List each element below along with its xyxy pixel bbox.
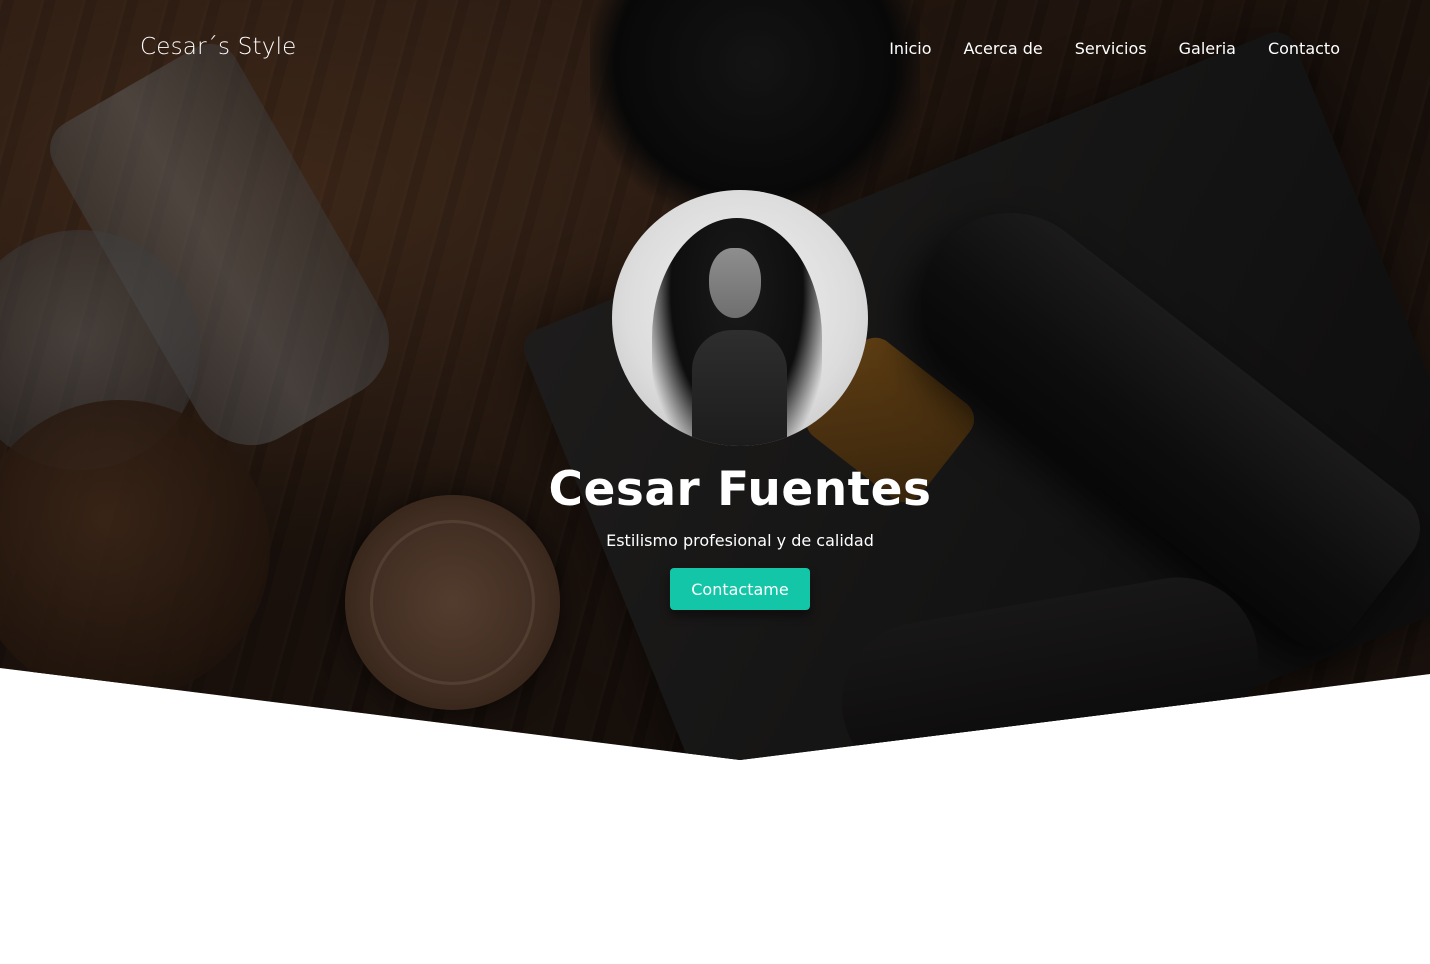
nav-item-acerca-de[interactable]: Acerca de bbox=[964, 39, 1043, 58]
profile-tagline: Estilismo profesional y de calidad bbox=[606, 531, 874, 550]
brand-logo-link[interactable]: Cesar´s Style bbox=[140, 34, 297, 60]
nav-item-inicio[interactable]: Inicio bbox=[889, 39, 931, 58]
nav-item-servicios[interactable]: Servicios bbox=[1075, 39, 1147, 58]
avatar-torso bbox=[692, 330, 787, 446]
profile-avatar bbox=[612, 190, 868, 446]
nav-item-contacto[interactable]: Contacto bbox=[1268, 39, 1340, 58]
contact-button[interactable]: Contactame bbox=[670, 568, 810, 610]
nav-item-galeria[interactable]: Galeria bbox=[1179, 39, 1236, 58]
profile-name: Cesar Fuentes bbox=[548, 462, 932, 517]
avatar-face bbox=[709, 248, 761, 318]
main-nav: Inicio Acerca de Servicios Galeria Conta… bbox=[889, 39, 1340, 58]
